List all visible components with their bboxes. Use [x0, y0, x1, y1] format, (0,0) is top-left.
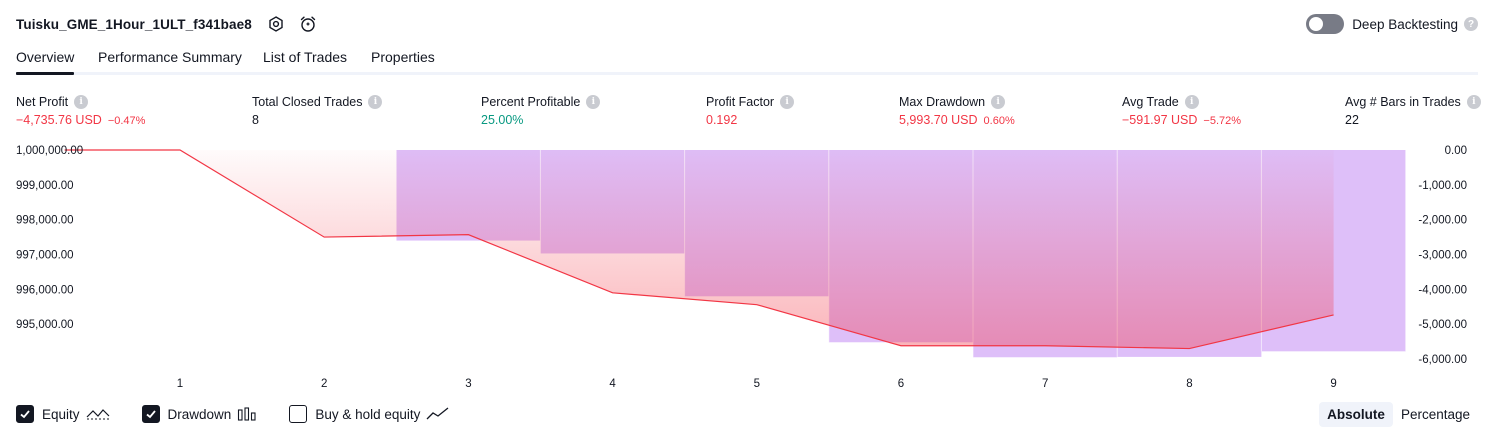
legend-buy-hold[interactable]: Buy & hold equity [289, 405, 450, 423]
legend-equity[interactable]: Equity [16, 405, 110, 423]
info-icon[interactable]: i [1466, 94, 1481, 109]
right-axis-tick: -5,000.00 [1418, 319, 1467, 331]
bar-columns-icon [237, 407, 257, 421]
buy-hold-label: Buy & hold equity [315, 406, 421, 422]
x-axis-tick: 7 [1042, 378, 1048, 390]
metric-avg-trade: Avg Trade i −591.97 USD −5.72% [1122, 93, 1241, 127]
left-axis-tick: 998,000.00 [16, 215, 74, 227]
drawdown-checkbox[interactable] [141, 405, 160, 423]
equity-drawdown-chart[interactable]: 1,000,000.00 999,000.00 998,000.00 997,000.… [0, 138, 1494, 398]
info-icon[interactable]: i [74, 94, 89, 109]
tab-performance-summary[interactable]: Performance Summary [98, 49, 242, 65]
absolute-button[interactable]: Absolute [1319, 401, 1393, 427]
left-axis-tick: 996,000.00 [16, 284, 74, 296]
tab-list-of-trades[interactable]: List of Trades [263, 49, 347, 65]
metric-label: Avg Trade [1122, 94, 1179, 109]
x-axis-tick: 9 [1330, 378, 1336, 390]
metric-value: −591.97 USD [1122, 113, 1198, 127]
deep-backtesting: Deep Backtesting ? [1306, 13, 1478, 35]
info-icon[interactable]: i [368, 94, 383, 109]
right-axis-tick: -6,000.00 [1418, 354, 1467, 366]
info-icon[interactable]: i [586, 94, 601, 109]
metric-value: 22 [1345, 113, 1359, 127]
metric-profit-factor: Profit Factor i 0.192 [706, 93, 795, 127]
drawdown-label: Drawdown [167, 406, 232, 422]
tabs-divider [16, 72, 1478, 75]
x-axis-tick: 5 [754, 378, 760, 390]
right-axis-tick: -2,000.00 [1418, 215, 1467, 227]
info-icon[interactable]: i [991, 94, 1006, 109]
line-trend-icon [426, 407, 450, 421]
right-axis-tick: -3,000.00 [1418, 250, 1467, 262]
x-axis-tick: 3 [465, 378, 471, 390]
equity-label: Equity [42, 406, 80, 422]
metric-total-closed-trades: Total Closed Trades i 8 [252, 93, 383, 127]
x-axis-tick: 1 [177, 378, 183, 390]
line-dashed-icon [86, 407, 110, 421]
right-axis-tick: 0.00 [1445, 145, 1467, 157]
metric-net-profit: Net Profit i −4,735.76 USD −0.47% [16, 93, 145, 127]
metric-percent: 0.60% [983, 115, 1015, 127]
buy-hold-checkbox[interactable] [289, 405, 308, 423]
metric-percent: −5.72% [1203, 115, 1242, 127]
right-axis-tick: -4,000.00 [1418, 284, 1467, 296]
metric-label: Profit Factor [706, 94, 775, 109]
metric-percent: −0.47% [107, 115, 146, 127]
report-header: Tuisku_GME_1Hour_1ULT_f341bae8 [16, 13, 318, 35]
strategy-title: Tuisku_GME_1Hour_1ULT_f341bae8 [16, 16, 252, 32]
right-axis-tick: -1,000.00 [1418, 180, 1467, 192]
info-icon[interactable]: i [780, 94, 795, 109]
left-axis-tick: 999,000.00 [16, 180, 74, 192]
metric-max-drawdown: Max Drawdown i 5,993.70 USD 0.60% [899, 93, 1015, 127]
equity-area [64, 150, 1334, 349]
percentage-button[interactable]: Percentage [1393, 402, 1478, 427]
gear-icon[interactable] [266, 14, 286, 34]
metric-value: 8 [252, 113, 259, 127]
display-mode-switch: Absolute Percentage [1319, 400, 1478, 428]
metric-label: Percent Profitable [481, 94, 581, 109]
toggle-knob [1309, 17, 1324, 31]
alarm-clock-plus-icon[interactable] [298, 14, 318, 34]
metric-value: −4,735.76 USD [16, 113, 102, 127]
tab-overview[interactable]: Overview [16, 49, 75, 75]
x-axis-tick: 6 [898, 378, 904, 390]
metric-percent-profitable: Percent Profitable i 25.00% [481, 93, 601, 127]
x-axis-tick: 8 [1186, 378, 1192, 390]
x-axis-tick: 2 [321, 378, 327, 390]
chart-legend: Equity Drawdown Buy & hold equity [16, 402, 482, 426]
metric-value: 0.192 [706, 113, 738, 127]
x-axis-tick: 4 [609, 378, 616, 390]
deep-backtesting-toggle[interactable] [1306, 14, 1345, 34]
info-icon[interactable]: i [1184, 94, 1199, 109]
metric-label: Avg # Bars in Trades [1345, 94, 1461, 109]
equity-checkbox[interactable] [16, 405, 34, 423]
left-axis-tick: 1,000,000.00 [16, 145, 83, 157]
deep-backtesting-label: Deep Backtesting [1352, 16, 1458, 32]
metric-avg-bars-in-trades: Avg # Bars in Trades i 22 [1345, 93, 1481, 127]
metric-label: Net Profit [16, 94, 69, 109]
left-axis-tick: 997,000.00 [16, 250, 74, 262]
report-tabs: Overview Performance Summary List of Tra… [16, 44, 1478, 76]
help-icon[interactable]: ? [1464, 17, 1478, 31]
metric-label: Total Closed Trades [252, 94, 363, 109]
tab-properties[interactable]: Properties [371, 49, 435, 65]
legend-drawdown[interactable]: Drawdown [141, 405, 258, 423]
metric-value: 25.00% [481, 113, 524, 127]
left-axis-tick: 995,000.00 [16, 319, 74, 331]
metric-value: 5,993.70 USD [899, 113, 978, 127]
metric-label: Max Drawdown [899, 94, 986, 109]
